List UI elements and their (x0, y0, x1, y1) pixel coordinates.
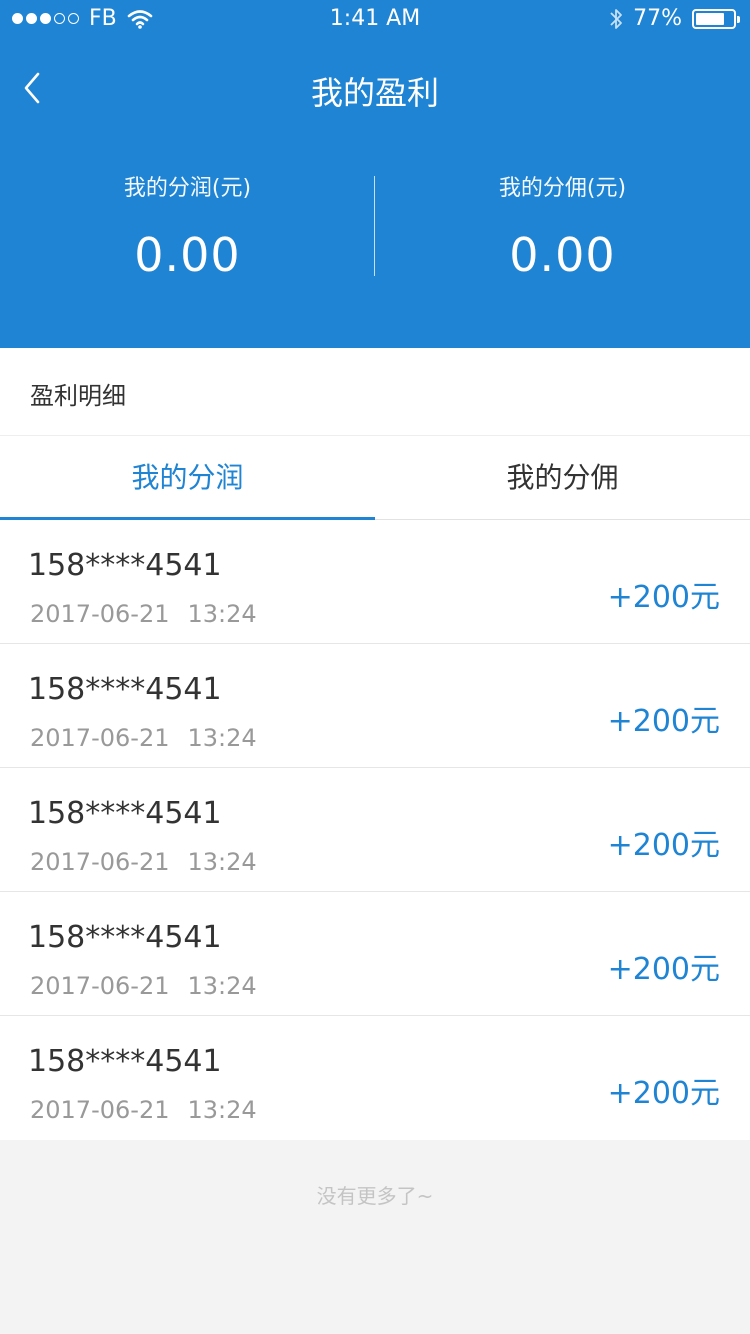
record-timestamp: 2017-06-21 13:24 (30, 724, 257, 752)
commission-value: 0.00 (509, 228, 616, 282)
record-timestamp: 2017-06-21 13:24 (30, 848, 257, 876)
record-amount: +200元 (607, 704, 720, 739)
record-phone: 158****4541 (28, 672, 222, 707)
record-time: 13:24 (187, 724, 257, 752)
record-time: 13:24 (187, 848, 257, 876)
nav-bar: 我的盈利 (0, 40, 750, 136)
record-time: 13:24 (187, 1096, 257, 1124)
record-timestamp: 2017-06-21 13:24 (30, 972, 257, 1000)
list-item[interactable]: 158****4541 2017-06-21 13:24 +200元 (0, 520, 750, 644)
record-date: 2017-06-21 (30, 724, 170, 752)
record-date: 2017-06-21 (30, 1096, 170, 1124)
status-bar: FB 1:41 AM 77% (0, 0, 750, 40)
record-amount: +200元 (607, 952, 720, 987)
earnings-summary: 我的分润(元) 0.00 我的分佣(元) 0.00 (0, 160, 750, 300)
status-right: 77% (609, 6, 740, 31)
record-date: 2017-06-21 (30, 848, 170, 876)
record-amount: +200元 (607, 1076, 720, 1111)
list-item[interactable]: 158****4541 2017-06-21 13:24 +200元 (0, 768, 750, 892)
record-timestamp: 2017-06-21 13:24 (30, 600, 257, 628)
record-amount: +200元 (607, 580, 720, 615)
list-item[interactable]: 158****4541 2017-06-21 13:24 +200元 (0, 644, 750, 768)
record-date: 2017-06-21 (30, 972, 170, 1000)
commission-label: 我的分佣(元) (498, 176, 627, 201)
battery-percent: 77% (633, 6, 682, 31)
commission-stat: 我的分佣(元) 0.00 (375, 170, 750, 282)
record-phone: 158****4541 (28, 920, 222, 955)
profit-share-label: 我的分润(元) (123, 176, 252, 201)
record-time: 13:24 (187, 972, 257, 1000)
tab-profit-share[interactable]: 我的分润 (0, 436, 375, 520)
bluetooth-icon (610, 8, 622, 29)
record-phone: 158****4541 (28, 548, 222, 583)
record-timestamp: 2017-06-21 13:24 (30, 1096, 257, 1124)
record-phone: 158****4541 (28, 796, 222, 831)
tab-commission[interactable]: 我的分佣 (375, 436, 750, 520)
section-title: 盈利明细 (30, 382, 126, 410)
list-item[interactable]: 158****4541 2017-06-21 13:24 +200元 (0, 1016, 750, 1140)
tab-bar: 我的分润 我的分佣 (0, 436, 750, 520)
record-date: 2017-06-21 (30, 600, 170, 628)
section-header: 盈利明细 (0, 348, 750, 436)
earnings-list: 158****4541 2017-06-21 13:24 +200元 158***… (0, 520, 750, 1140)
page-title: 我的盈利 (310, 74, 439, 112)
profit-share-stat: 我的分润(元) 0.00 (0, 170, 375, 282)
profit-share-value: 0.00 (134, 228, 241, 282)
list-item[interactable]: 158****4541 2017-06-21 13:24 +200元 (0, 892, 750, 1016)
record-amount: +200元 (607, 828, 720, 863)
record-phone: 158****4541 (28, 1044, 222, 1079)
no-more-text: 没有更多了~ (316, 1184, 434, 1208)
record-time: 13:24 (187, 600, 257, 628)
battery-icon (692, 8, 740, 29)
header: FB 1:41 AM 77% 我的盈利 我的分润(元) 0.00 我的分佣(元)… (0, 0, 750, 348)
battery-fill (696, 12, 724, 25)
